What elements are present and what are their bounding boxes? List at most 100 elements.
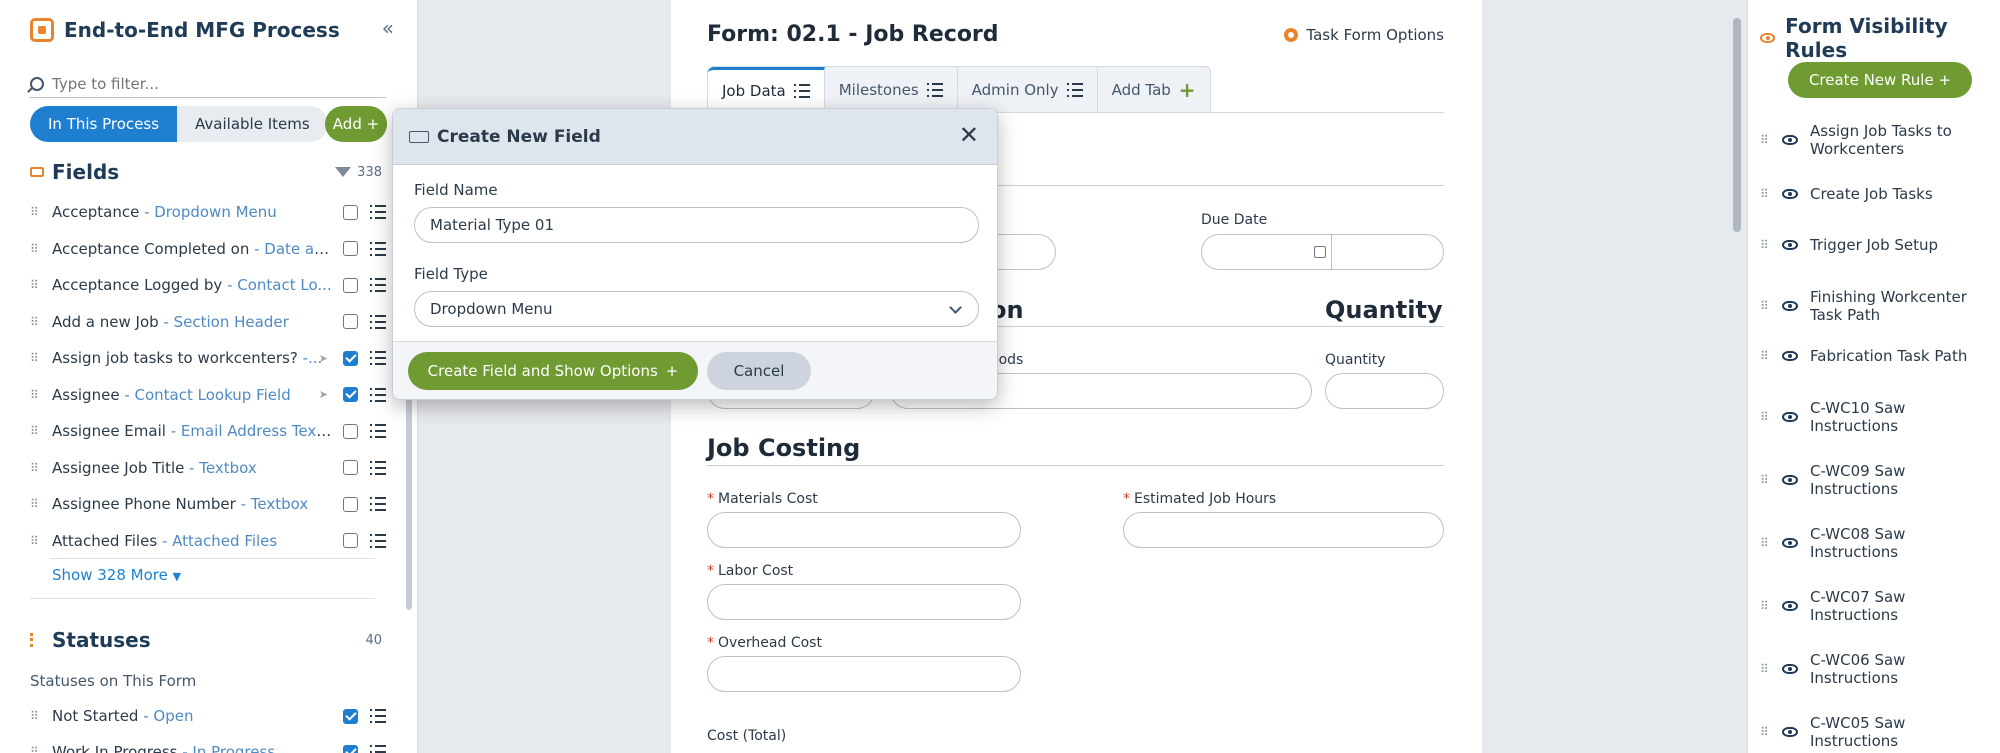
materials-cost-input[interactable] — [707, 512, 1021, 548]
item-label: Assignee - Contact Lookup Field — [52, 386, 332, 404]
include-checkbox[interactable] — [343, 241, 358, 256]
list-item[interactable]: ⠿ Assignee - Contact Lookup Field ➤ — [30, 377, 386, 413]
list-icon[interactable] — [370, 709, 386, 723]
drag-handle-icon[interactable]: ⠿ — [30, 388, 42, 402]
filter-icon[interactable] — [335, 167, 352, 177]
create-field-button[interactable]: Create Field and Show Options + — [408, 352, 698, 390]
list-item[interactable]: ⠿ Assignee Phone Number - Textbox — [30, 486, 386, 522]
list-icon[interactable] — [370, 424, 386, 438]
list-item[interactable]: ⠿ Not Started - Open — [30, 698, 386, 734]
include-checkbox[interactable] — [343, 423, 358, 439]
item-label: Acceptance Completed on - Date an... — [52, 240, 332, 258]
include-checkbox[interactable] — [343, 350, 358, 366]
drag-handle-icon[interactable]: ⠿ — [30, 351, 42, 365]
include-checkbox[interactable] — [343, 314, 358, 329]
tab-job-data[interactable]: Job Data — [708, 67, 825, 112]
visibility-rule-item[interactable]: ⠿ Finishing Workcenter Task Path — [1760, 288, 1990, 324]
drag-handle-icon[interactable]: ⠿ — [30, 278, 42, 292]
quantity-input[interactable] — [1325, 373, 1444, 409]
labor-cost-label: * Labor Cost — [707, 563, 794, 579]
drag-handle-icon[interactable]: ⠿ — [1760, 238, 1772, 252]
drag-handle-icon[interactable]: ⠿ — [30, 709, 42, 723]
canvas-scrollbar[interactable] — [1733, 18, 1741, 232]
calendar-icon[interactable] — [1314, 246, 1326, 258]
drag-handle-icon[interactable]: ⠿ — [1760, 536, 1772, 550]
list-icon[interactable] — [370, 497, 386, 511]
tab-admin-only[interactable]: Admin Only — [958, 67, 1098, 112]
labor-cost-input[interactable] — [707, 584, 1021, 620]
drag-handle-icon[interactable]: ⠿ — [30, 745, 42, 753]
add-button[interactable]: Add + — [325, 106, 387, 142]
estimated-hours-input[interactable] — [1123, 512, 1444, 548]
list-item[interactable]: ⠿ Attached Files - Attached Files — [30, 523, 386, 559]
drag-handle-icon[interactable]: ⠿ — [30, 242, 42, 256]
list-item[interactable]: ⠿ Add a new Job - Section Header — [30, 304, 386, 340]
visibility-rule-item[interactable]: ⠿ Create Job Tasks — [1760, 185, 1990, 203]
tab-milestones[interactable]: Milestones — [825, 67, 958, 112]
list-icon[interactable] — [370, 351, 386, 365]
estimated-hours-label: * Estimated Job Hours — [1123, 491, 1277, 507]
visibility-rule-item[interactable]: ⠿ C-WC10 Saw Instructions — [1760, 399, 1990, 435]
drag-handle-icon[interactable]: ⠿ — [1760, 662, 1772, 676]
include-checkbox[interactable] — [343, 387, 358, 402]
list-item[interactable]: ⠿ Assignee Email - Email Address Textb... — [30, 413, 386, 449]
drag-handle-icon[interactable]: ⠿ — [1760, 473, 1772, 487]
include-checkbox[interactable] — [343, 460, 358, 475]
field-name-input[interactable]: Material Type 01 — [414, 207, 979, 243]
include-checkbox[interactable] — [343, 708, 358, 724]
in-this-process-button[interactable]: In This Process — [30, 106, 178, 142]
drag-handle-icon[interactable]: ⠿ — [30, 205, 42, 219]
tab-add-tab[interactable]: Add Tab + — [1098, 67, 1210, 112]
drag-handle-icon[interactable]: ⠿ — [30, 461, 42, 475]
drag-handle-icon[interactable]: ⠿ — [30, 315, 42, 329]
visibility-rule-item[interactable]: ⠿ Trigger Job Setup — [1760, 236, 1990, 254]
drag-handle-icon[interactable]: ⠿ — [1760, 349, 1772, 363]
visibility-rule-item[interactable]: ⠿ C-WC09 Saw Instructions — [1760, 462, 1990, 498]
cancel-button[interactable]: Cancel — [707, 352, 811, 390]
modal-header: Create New Field ✕ — [393, 109, 997, 165]
available-items-button[interactable]: Available Items — [177, 106, 328, 142]
list-item[interactable]: ⠿ Acceptance - Dropdown Menu — [30, 194, 386, 230]
list-item[interactable]: ⠿ Assignee Job Title - Textbox — [30, 450, 386, 486]
drag-handle-icon[interactable]: ⠿ — [1760, 599, 1772, 613]
include-checkbox[interactable] — [343, 533, 358, 548]
list-item[interactable]: ⠿ Work In Progress - In Progress — [30, 734, 386, 753]
include-checkbox[interactable] — [343, 204, 358, 220]
list-item[interactable]: ⠿ Acceptance Logged by - Contact Lo... — [30, 267, 386, 303]
include-checkbox[interactable] — [343, 744, 358, 753]
show-more-link[interactable]: Show 328 More ▼ — [52, 566, 181, 584]
drag-handle-icon[interactable]: ⠿ — [30, 497, 42, 511]
collapse-icon[interactable]: « — [382, 16, 394, 40]
drag-handle-icon[interactable]: ⠿ — [1760, 187, 1772, 201]
visibility-rule-item[interactable]: ⠿ C-WC08 Saw Instructions — [1760, 525, 1990, 561]
list-icon[interactable] — [370, 533, 386, 548]
drag-handle-icon[interactable]: ⠿ — [30, 534, 42, 548]
drag-handle-icon[interactable]: ⠿ — [1760, 410, 1772, 424]
visibility-rule-item[interactable]: ⠿ C-WC06 Saw Instructions — [1760, 651, 1990, 687]
list-icon[interactable] — [370, 745, 386, 753]
overhead-cost-input[interactable] — [707, 656, 1021, 692]
task-form-options[interactable]: Task Form Options — [1284, 26, 1444, 44]
list-icon[interactable] — [370, 314, 386, 329]
list-item[interactable]: ⠿ Acceptance Completed on - Date an... — [30, 231, 386, 267]
close-icon[interactable]: ✕ — [959, 121, 979, 149]
include-checkbox[interactable] — [343, 277, 358, 293]
list-item[interactable]: ⠿ Assign job tasks to workcenters? -... ➤ — [30, 340, 386, 376]
list-icon[interactable] — [370, 387, 386, 402]
visibility-rule-item[interactable]: ⠿ C-WC07 Saw Instructions — [1760, 588, 1990, 624]
list-icon[interactable] — [370, 241, 386, 256]
drag-handle-icon[interactable]: ⠿ — [1760, 299, 1772, 313]
list-icon[interactable] — [370, 278, 386, 292]
drag-handle-icon[interactable]: ⠿ — [30, 424, 42, 438]
drag-handle-icon[interactable]: ⠿ — [1760, 133, 1772, 147]
list-icon[interactable] — [370, 460, 386, 475]
visibility-rule-item[interactable]: ⠿ Fabrication Task Path — [1760, 347, 1990, 365]
filter-input[interactable] — [52, 74, 372, 93]
include-checkbox[interactable] — [343, 496, 358, 512]
visibility-rule-item[interactable]: ⠿ Assign Job Tasks to Workcenters — [1760, 122, 1990, 158]
visibility-rule-item[interactable]: ⠿ C-WC05 Saw Instructions — [1760, 714, 1990, 750]
create-new-rule-button[interactable]: Create New Rule + — [1788, 62, 1972, 98]
list-icon[interactable] — [370, 205, 386, 219]
drag-handle-icon[interactable]: ⠿ — [1760, 725, 1772, 739]
field-type-select[interactable]: Dropdown Menu — [414, 291, 979, 327]
